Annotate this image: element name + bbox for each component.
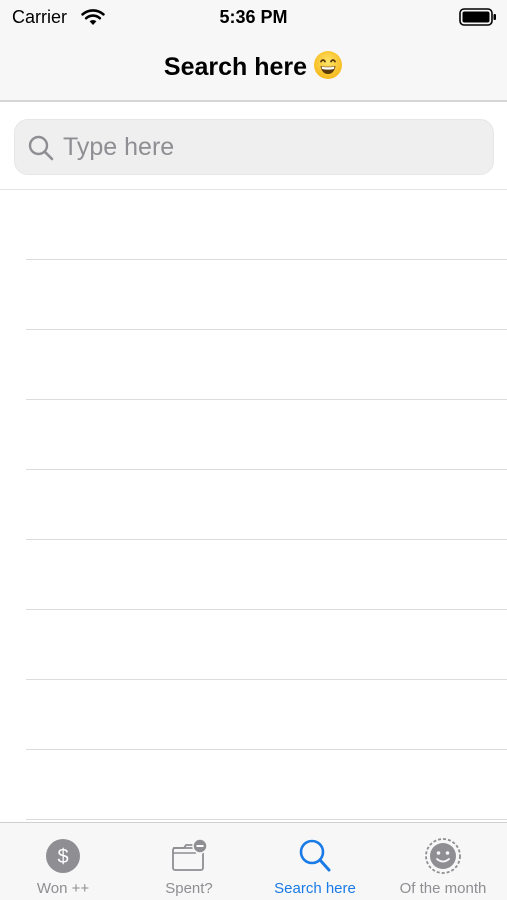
- status-time: 5:36 PM: [219, 7, 288, 27]
- tab-label: Won ++: [36, 880, 90, 897]
- search-field[interactable]: [14, 119, 494, 175]
- wallet-minus-icon: [172, 838, 208, 871]
- search-icon: [28, 135, 54, 161]
- list-item[interactable]: [26, 400, 507, 470]
- grinning-face-icon: [314, 51, 343, 79]
- list-item[interactable]: [26, 330, 507, 400]
- list-item[interactable]: [26, 540, 507, 610]
- tab-won[interactable]: $ Won ++: [0, 823, 126, 900]
- page-title: Search here: [0, 50, 507, 82]
- list-item[interactable]: [26, 260, 507, 330]
- page-title-text: Search here: [163, 53, 308, 81]
- list-item[interactable]: [26, 610, 507, 680]
- tab-spent[interactable]: Spent?: [126, 823, 252, 900]
- list-item[interactable]: [26, 680, 507, 750]
- search-icon: [299, 839, 331, 872]
- list-item[interactable]: [26, 470, 507, 540]
- tab-label: Search here: [274, 880, 356, 897]
- search-input[interactable]: [63, 126, 483, 168]
- tab-label: Spent?: [165, 880, 213, 897]
- list-item[interactable]: [26, 750, 507, 820]
- navigation-bar: Search here: [0, 36, 507, 102]
- tab-bar: $ Won ++ Spent? Search here Of the month: [0, 822, 507, 900]
- tab-search[interactable]: Search here: [252, 823, 378, 900]
- smiley-badge-icon: [425, 838, 461, 874]
- battery-icon: [459, 8, 496, 26]
- results-list: [0, 190, 507, 822]
- dollar-circle-icon: $: [46, 839, 80, 873]
- list-item[interactable]: [26, 190, 507, 260]
- search-area: [0, 102, 507, 190]
- tab-of-the-month[interactable]: Of the month: [380, 823, 506, 900]
- svg-text:$: $: [57, 846, 68, 868]
- status-bar: Carrier 5:36 PM: [0, 0, 507, 36]
- tab-label: Of the month: [399, 880, 487, 897]
